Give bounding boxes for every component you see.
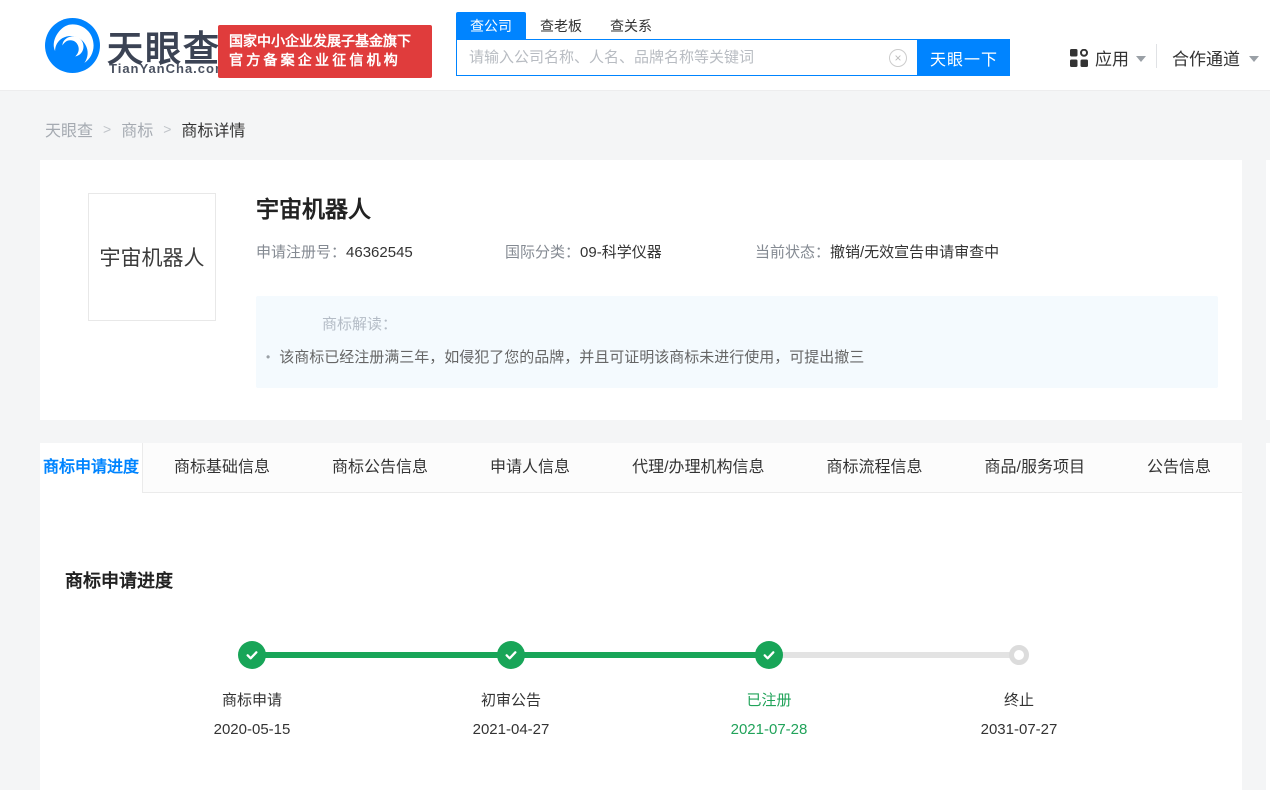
nav-partner[interactable]: 合作通道	[1172, 45, 1259, 70]
check-icon	[755, 641, 783, 669]
progress-section-title: 商标申请进度	[65, 567, 173, 593]
tab-agency-info[interactable]: 代理/办理机构信息	[601, 443, 795, 493]
search-tabs: 查公司 查老板 查关系	[456, 12, 666, 39]
nav-divider	[1156, 44, 1157, 68]
step-label: 商标申请	[172, 689, 332, 710]
trademark-summary-card: 宇宙机器人 宇宙机器人 申请注册号：46362545 国际分类：09-科学仪器 …	[40, 160, 1242, 420]
timeline-step-termination: 终止 2031-07-27	[939, 689, 1099, 738]
field-value: 撤销/无效宣告申请审查中	[830, 244, 999, 261]
tab-announcement-info[interactable]: 公告信息	[1116, 443, 1242, 493]
trademark-interpretation-panel: 商标解读： • 该商标已经注册满三年，如侵犯了您的品牌，并且可证明该商标未进行使用…	[256, 296, 1218, 388]
tab-applicant-info[interactable]: 申请人信息	[459, 443, 601, 493]
search-tab-company[interactable]: 查公司	[456, 12, 526, 39]
tianyancha-logo-icon[interactable]	[45, 18, 100, 73]
interpretation-item: • 该商标已经注册满三年，如侵犯了您的品牌，并且可证明该商标未进行使用，可提出撤三	[266, 346, 864, 367]
chevron-down-icon	[1136, 56, 1146, 62]
breadcrumb-current: 商标详情	[181, 117, 245, 141]
apps-grid-icon	[1070, 49, 1088, 67]
pending-dot-icon	[1009, 645, 1029, 665]
nav-apps[interactable]: 应用	[1070, 45, 1146, 70]
badge-line1: 国家中小企业发展子基金旗下	[229, 32, 421, 51]
step-label: 已注册	[689, 689, 849, 710]
trademark-name: 宇宙机器人	[256, 190, 371, 224]
nav-partner-label: 合作通道	[1172, 45, 1240, 70]
tab-process-info[interactable]: 商标流程信息	[796, 443, 954, 493]
tab-application-progress[interactable]: 商标申请进度	[40, 443, 143, 493]
field-intl-class: 国际分类：09-科学仪器	[505, 241, 662, 262]
right-column-sliver	[1266, 160, 1270, 420]
field-label: 当前状态：	[755, 244, 830, 261]
badge-line2: 官方备案企业征信机构	[229, 51, 421, 70]
timeline-step-registered: 已注册 2021-07-28	[689, 689, 849, 738]
step-label: 终止	[939, 689, 1099, 710]
field-current-status: 当前状态：撤销/无效宣告申请审查中	[755, 241, 999, 262]
trademark-image: 宇宙机器人	[88, 193, 216, 321]
search-tab-boss[interactable]: 查老板	[526, 12, 596, 39]
search-input[interactable]	[457, 40, 889, 75]
nav-apps-label: 应用	[1095, 45, 1129, 70]
field-value: 09-科学仪器	[580, 244, 662, 261]
chevron-down-icon	[1249, 56, 1259, 62]
step-date: 2031-07-27	[939, 721, 1099, 738]
step-date: 2021-07-28	[689, 721, 849, 738]
breadcrumb-separator: >	[103, 121, 111, 137]
breadcrumb-separator: >	[163, 121, 171, 137]
logo-domain: TianYanCha.com	[109, 61, 228, 76]
trademark-detail-card: 商标申请进度 商标基础信息 商标公告信息 申请人信息 代理/办理机构信息 商标流…	[40, 443, 1242, 790]
field-value: 46362545	[346, 244, 413, 261]
bullet-icon: •	[266, 350, 270, 364]
interpretation-title: 商标解读：	[322, 313, 397, 334]
timeline-step-preliminary: 初审公告 2021-04-27	[431, 689, 591, 738]
check-icon	[497, 641, 525, 669]
clear-icon[interactable]: ×	[889, 49, 907, 67]
search-box: ×	[456, 39, 918, 76]
certification-badge: 国家中小企业发展子基金旗下 官方备案企业征信机构	[218, 25, 432, 78]
tab-gazette-info[interactable]: 商标公告信息	[301, 443, 459, 493]
field-registration-number: 申请注册号：46362545	[256, 241, 413, 262]
detail-tab-bar: 商标申请进度 商标基础信息 商标公告信息 申请人信息 代理/办理机构信息 商标流…	[40, 443, 1242, 493]
tab-basic-info[interactable]: 商标基础信息	[143, 443, 301, 493]
timeline-pending-track	[769, 652, 1019, 658]
step-label: 初审公告	[431, 689, 591, 710]
interpretation-text: 该商标已经注册满三年，如侵犯了您的品牌，并且可证明该商标未进行使用，可提出撤三	[279, 349, 864, 366]
field-label: 申请注册号：	[256, 244, 346, 261]
breadcrumb-trademark[interactable]: 商标	[121, 117, 153, 141]
search-tab-relation[interactable]: 查关系	[596, 12, 666, 39]
timeline-step-application: 商标申请 2020-05-15	[172, 689, 332, 738]
step-date: 2020-05-15	[172, 721, 332, 738]
tab-goods-services[interactable]: 商品/服务项目	[954, 443, 1116, 493]
header: 天眼查 TianYanCha.com 国家中小企业发展子基金旗下 官方备案企业征…	[0, 0, 1270, 91]
breadcrumb: 天眼查 > 商标 > 商标详情	[45, 117, 245, 141]
search-button[interactable]: 天眼一下	[918, 39, 1010, 76]
breadcrumb-home[interactable]: 天眼查	[45, 117, 93, 141]
right-column-sliver	[1266, 443, 1270, 790]
field-label: 国际分类：	[505, 244, 580, 261]
check-icon	[238, 641, 266, 669]
step-date: 2021-04-27	[431, 721, 591, 738]
